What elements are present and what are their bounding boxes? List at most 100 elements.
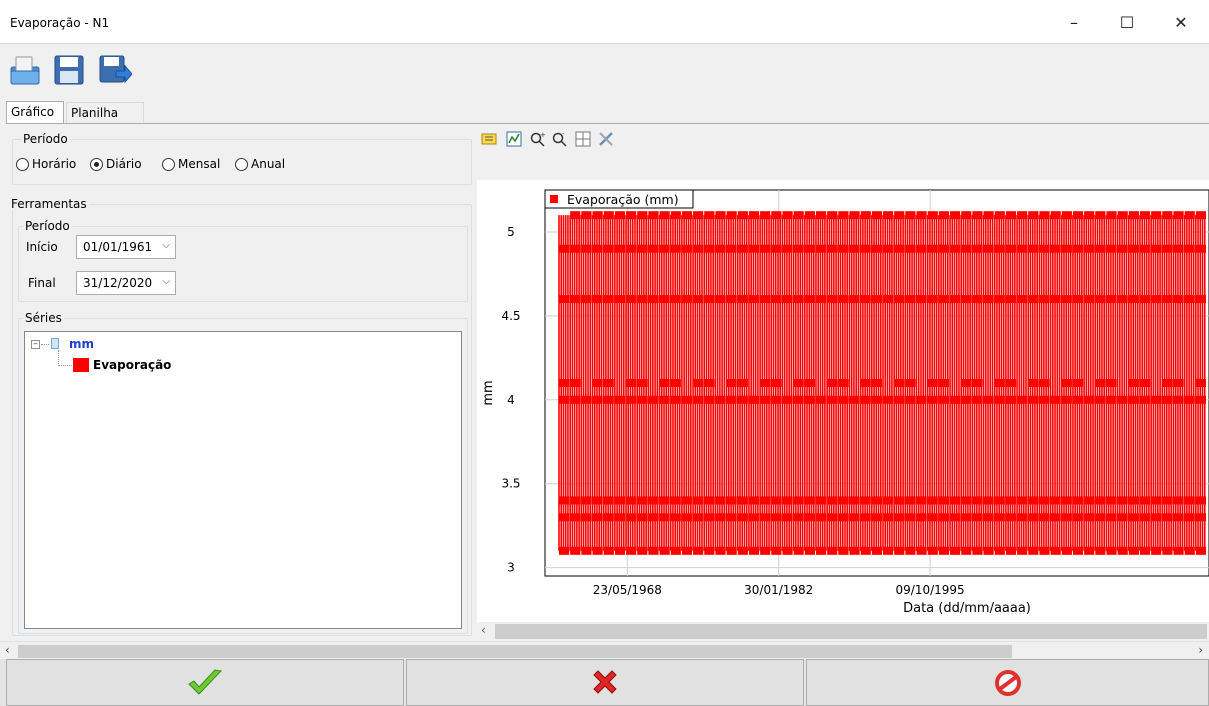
data-point-marker: [704, 211, 715, 220]
data-point-marker: [748, 513, 760, 522]
data-point-marker: [961, 379, 972, 387]
tree-connector: [58, 365, 72, 366]
chart-edit-icon[interactable]: [506, 131, 522, 147]
data-point-marker: [570, 379, 581, 387]
radio-circle[interactable]: [90, 157, 103, 171]
data-point-marker: [1072, 244, 1084, 253]
data-point-marker: [1184, 513, 1195, 522]
data-point-marker: [827, 395, 838, 404]
data-point-marker: [614, 244, 626, 253]
data-point-marker: [693, 379, 704, 387]
chevron-down-icon[interactable]: ⌵: [162, 240, 170, 251]
cancel-button[interactable]: [406, 659, 804, 706]
data-point-marker: [1184, 295, 1195, 304]
scrollbar-thumb[interactable]: [18, 645, 1012, 658]
data-point-marker: [1117, 211, 1128, 220]
data-point-marker: [972, 546, 983, 555]
data-point-marker: [603, 513, 614, 522]
radio-mensal[interactable]: Mensal: [162, 157, 220, 171]
export-icon[interactable]: [98, 53, 132, 87]
data-point-marker: [849, 546, 860, 555]
data-point-marker: [559, 244, 570, 253]
tree-node-mm[interactable]: mm: [69, 337, 94, 351]
minimize-button[interactable]: –: [1051, 0, 1097, 44]
data-point-marker: [1117, 395, 1128, 404]
data-point-marker: [1139, 379, 1151, 387]
scroll-left-icon[interactable]: ‹: [481, 623, 486, 637]
data-point-marker: [883, 211, 894, 220]
data-point-marker: [983, 211, 994, 220]
data-point-marker: [1050, 496, 1061, 505]
y-tick-label: 3.5: [501, 477, 520, 491]
data-point-marker: [581, 513, 592, 522]
radio-circle[interactable]: [162, 157, 175, 171]
final-date-picker[interactable]: 31/12/2020 ⌵: [76, 271, 176, 295]
data-point-marker: [1128, 379, 1139, 387]
close-button[interactable]: [806, 659, 1209, 706]
legend-label: Evaporação (mm): [567, 192, 679, 207]
radio-anual[interactable]: Anual: [235, 157, 285, 171]
data-point-marker: [883, 395, 894, 404]
data-point-marker: [804, 513, 815, 522]
data-point-marker: [648, 496, 659, 505]
confirm-button[interactable]: [6, 659, 404, 706]
data-point-marker: [815, 546, 827, 555]
maximize-button[interactable]: ☐: [1104, 0, 1150, 44]
tab-planilha[interactable]: Planilha: [66, 102, 144, 124]
grid-icon[interactable]: [575, 131, 591, 147]
data-point-marker: [1128, 395, 1139, 404]
data-point-marker: [737, 513, 748, 522]
data-point-marker: [838, 496, 849, 505]
data-point-marker: [938, 379, 950, 387]
data-point-marker: [659, 295, 670, 304]
radio-circle[interactable]: [16, 157, 29, 171]
data-point-marker: [1117, 513, 1128, 522]
save-icon[interactable]: [52, 53, 86, 87]
data-point-marker: [693, 295, 704, 304]
data-point-marker: [1005, 244, 1017, 253]
data-point-marker: [726, 211, 737, 220]
y-axis-label: mm: [481, 380, 496, 405]
data-point-marker: [793, 295, 804, 304]
data-point-marker: [681, 211, 693, 220]
data-point-marker: [927, 211, 938, 220]
open-file-icon[interactable]: [8, 53, 42, 87]
data-point-marker: [581, 395, 592, 404]
zoom-in-icon[interactable]: +: [530, 131, 546, 147]
data-point-marker: [815, 395, 827, 404]
data-point-marker: [827, 496, 838, 505]
legend-icon[interactable]: [481, 131, 497, 147]
scroll-right-icon[interactable]: ›: [1198, 643, 1203, 657]
data-point-marker: [860, 546, 871, 555]
tools-icon[interactable]: [598, 131, 614, 147]
collapse-icon[interactable]: –: [31, 340, 40, 349]
radio-diario[interactable]: Diário: [90, 157, 142, 171]
scroll-left-icon[interactable]: ‹: [5, 643, 10, 657]
scrollbar-thumb[interactable]: [495, 624, 1207, 639]
data-point-marker: [950, 244, 961, 253]
data-point-marker: [581, 496, 592, 505]
data-point-marker: [793, 379, 804, 387]
data-point-marker: [626, 496, 637, 505]
data-point-marker: [894, 546, 905, 555]
evaporation-chart[interactable]: 23/05/1968 30/01/1982 09/10/1995 3 3.5 4 4.5 5 D…: [477, 180, 1209, 622]
check-icon: [188, 668, 223, 695]
tab-grafico[interactable]: Gráfico: [6, 101, 64, 125]
close-window-button[interactable]: ✕: [1158, 0, 1204, 44]
tree-node-evaporacao[interactable]: Evaporação: [93, 358, 171, 372]
radio-label: Anual: [251, 157, 286, 171]
chart-horizontal-scrollbar[interactable]: ‹: [477, 622, 1209, 641]
data-point-marker: [905, 244, 916, 253]
zoom-out-icon[interactable]: -: [552, 131, 568, 147]
data-point-marker: [1128, 295, 1139, 304]
chevron-down-icon[interactable]: ⌵: [162, 276, 170, 287]
data-point-marker: [860, 211, 871, 220]
data-point-marker: [1139, 295, 1151, 304]
series-tree[interactable]: – mm Evaporação: [24, 331, 462, 629]
inicio-date-picker[interactable]: 01/01/1961 ⌵: [76, 235, 176, 259]
radio-circle[interactable]: [235, 157, 248, 171]
data-point-marker: [737, 379, 748, 387]
main-horizontal-scrollbar[interactable]: ‹ ›: [0, 641, 1209, 659]
data-point-marker: [1061, 395, 1072, 404]
radio-horario[interactable]: Horário: [16, 157, 76, 171]
